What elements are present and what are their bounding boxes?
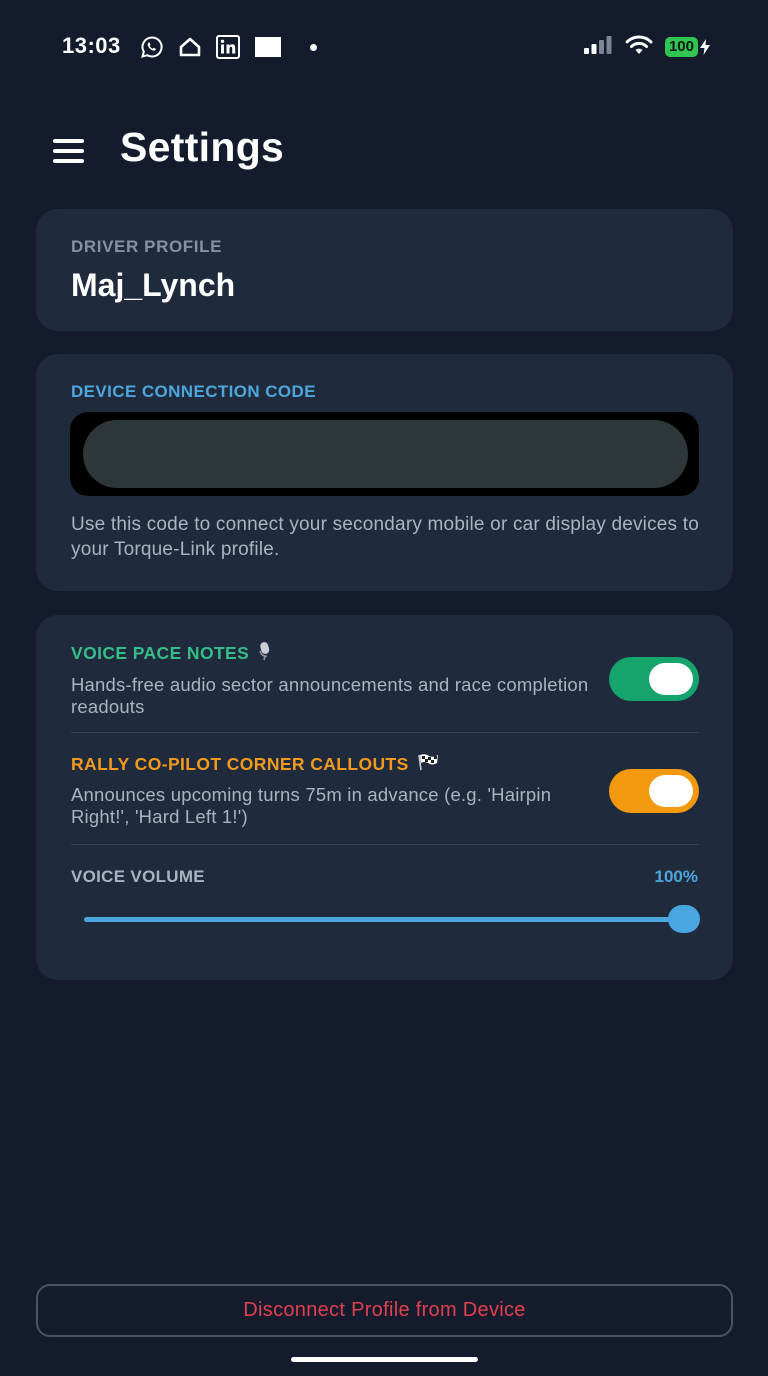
- voice-pace-notes-description: Hands-free audio sector announcements an…: [71, 674, 589, 717]
- home-icon: [178, 36, 202, 58]
- driver-profile-name: Maj_Lynch: [71, 267, 236, 303]
- divider: [71, 844, 699, 845]
- hamburger-menu-icon[interactable]: [53, 137, 85, 165]
- whatsapp-icon: [140, 35, 164, 59]
- voice-pace-notes-row: VOICE PACE NOTES Hands-free audio sector…: [71, 641, 699, 718]
- device-connection-label: DEVICE CONNECTION CODE: [71, 382, 316, 401]
- corner-callouts-label: RALLY CO-PILOT CORNER CALLOUTS: [71, 754, 409, 774]
- battery-level: 100: [664, 37, 698, 57]
- checkered-flag-icon: [417, 753, 439, 776]
- page-title: Settings: [120, 124, 285, 170]
- voice-volume-slider-thumb[interactable]: [668, 905, 700, 933]
- status-bar: 13:03 100: [0, 0, 768, 92]
- device-connection-description: Use this code to connect your secondary …: [71, 514, 699, 560]
- status-icons-left: [140, 34, 317, 60]
- voice-pace-notes-label: VOICE PACE NOTES: [71, 643, 250, 663]
- voice-settings-card: VOICE PACE NOTES Hands-free audio sector…: [36, 615, 733, 980]
- battery-icon: 100: [664, 37, 710, 57]
- disconnect-profile-button[interactable]: Disconnect Profile from Device: [36, 1284, 733, 1337]
- microphone-icon: [257, 641, 273, 666]
- voice-volume-label: VOICE VOLUME: [71, 867, 205, 886]
- home-indicator[interactable]: [291, 1357, 478, 1362]
- status-icons-right: 100: [583, 34, 710, 60]
- linkedin-icon: [216, 35, 240, 59]
- driver-profile-card: DRIVER PROFILE Maj_Lynch: [36, 209, 733, 331]
- white-square-icon: [254, 35, 282, 59]
- voice-volume-slider-fill: [84, 917, 684, 922]
- corner-callouts-title: RALLY CO-PILOT CORNER CALLOUTS: [71, 753, 699, 776]
- corner-callouts-toggle[interactable]: [609, 769, 699, 813]
- signal-icon: [583, 35, 613, 60]
- voice-volume-value: 100%: [654, 867, 698, 886]
- divider: [71, 732, 699, 733]
- voice-pace-notes-title: VOICE PACE NOTES: [71, 641, 699, 666]
- charging-icon: [700, 39, 710, 55]
- toggle-knob: [649, 663, 693, 695]
- voice-volume-slider[interactable]: [84, 905, 700, 933]
- device-connection-card: DEVICE CONNECTION CODE Use this code to …: [36, 354, 733, 591]
- header: Settings: [0, 110, 768, 190]
- corner-callouts-row: RALLY CO-PILOT CORNER CALLOUTS Announces…: [71, 753, 699, 828]
- driver-profile-label: DRIVER PROFILE: [71, 237, 223, 256]
- connection-code-field[interactable]: [70, 412, 699, 496]
- connection-code-value: [83, 420, 688, 488]
- wifi-icon: [625, 34, 653, 61]
- dot-icon: [310, 43, 317, 51]
- corner-callouts-description: Announces upcoming turns 75m in advance …: [71, 784, 552, 827]
- status-time: 13:03: [62, 33, 121, 58]
- voice-pace-notes-toggle[interactable]: [609, 657, 699, 701]
- toggle-knob: [649, 775, 693, 807]
